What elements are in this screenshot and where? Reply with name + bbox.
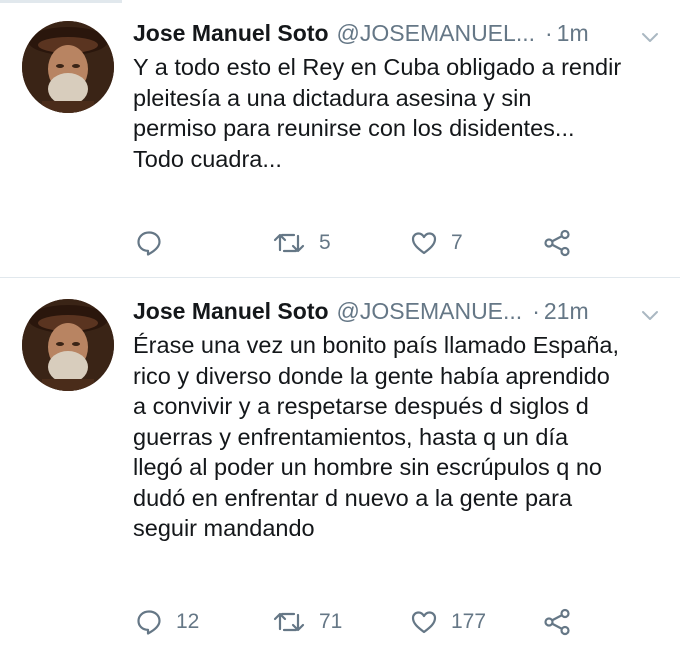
author-handle[interactable]: @JOSEMANUEL... [337, 20, 535, 47]
reply-icon [134, 228, 164, 258]
chevron-down-icon[interactable] [640, 26, 660, 46]
tweet-actions: 5 7 [134, 228, 584, 258]
share-icon [542, 228, 572, 258]
tweet-actions: 12 71 177 [134, 607, 584, 637]
reply-count: 12 [176, 610, 200, 633]
retweet-count: 71 [319, 610, 343, 633]
share-button[interactable] [542, 607, 572, 637]
author-name[interactable]: Jose Manuel Soto [133, 298, 329, 325]
profile-photo [22, 299, 114, 391]
reply-button[interactable] [134, 228, 176, 258]
like-button[interactable]: 177 [409, 607, 486, 637]
tweet-header: Jose Manuel Soto @JOSEMANUE... · 21m [133, 298, 660, 328]
timestamp[interactable]: 1m [557, 20, 589, 47]
heart-icon [409, 228, 439, 258]
timestamp[interactable]: 21m [544, 298, 589, 325]
tweet-header: Jose Manuel Soto @JOSEMANUEL... · 1m [133, 20, 660, 50]
profile-photo [22, 21, 114, 113]
share-icon [542, 607, 572, 637]
like-count: 177 [451, 610, 487, 633]
retweet-icon [271, 607, 307, 637]
separator-dot: · [532, 298, 540, 324]
tweet-text: Érase una vez un bonito país llamado Esp… [133, 332, 619, 541]
avatar[interactable] [22, 299, 114, 391]
retweet-button[interactable]: 71 [271, 607, 342, 637]
reply-button[interactable]: 12 [134, 607, 199, 637]
tweet-text: Y a todo esto el Rey en Cuba obligado a … [133, 54, 622, 172]
retweet-button[interactable]: 5 [271, 228, 331, 258]
chevron-down-icon[interactable] [640, 304, 660, 324]
author-name[interactable]: Jose Manuel Soto [133, 20, 329, 47]
avatar[interactable] [22, 21, 114, 113]
reply-icon [134, 607, 164, 637]
share-button[interactable] [542, 228, 572, 258]
tweet[interactable]: Jose Manuel Soto @JOSEMANUEL... · 1m Y a… [0, 0, 680, 277]
separator-dot: · [545, 20, 553, 46]
like-count: 7 [451, 231, 463, 254]
author-handle[interactable]: @JOSEMANUE... [337, 298, 523, 325]
heart-icon [409, 607, 439, 637]
like-button[interactable]: 7 [409, 228, 463, 258]
tweet[interactable]: Jose Manuel Soto @JOSEMANUE... · 21m Éra… [0, 278, 680, 660]
retweet-icon [271, 228, 307, 258]
retweet-count: 5 [319, 231, 331, 254]
